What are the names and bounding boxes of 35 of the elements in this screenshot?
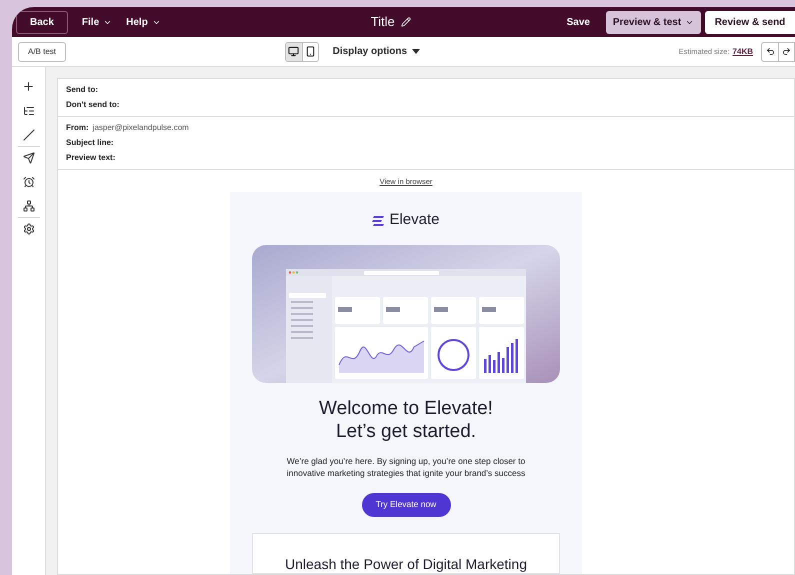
display-options-button[interactable]: Display options	[332, 44, 420, 59]
alarm-clock-icon[interactable]	[22, 176, 34, 188]
device-button[interactable]	[302, 42, 318, 60]
logo-text: Elevate	[389, 210, 440, 230]
preview-text-label[interactable]: Preview text:	[66, 152, 786, 164]
network-icon[interactable]	[22, 200, 34, 212]
from-value[interactable]: jasper@pixelandpulse.com	[92, 122, 189, 134]
review-send-button[interactable]: Review & send	[705, 10, 795, 34]
menu-button[interactable]: File	[82, 14, 112, 30]
logo-icon	[372, 216, 384, 226]
email-title: Title	[370, 13, 395, 32]
send-icon[interactable]	[22, 152, 34, 164]
dont-send-to-label[interactable]: Don't send to:	[66, 99, 786, 111]
monitor-icon	[288, 46, 300, 57]
tree-icon[interactable]	[22, 105, 34, 117]
phone-icon	[304, 46, 316, 57]
from-label: From:	[66, 122, 89, 134]
menu-button[interactable]: Help	[126, 14, 161, 30]
back-button[interactable]: Back	[16, 10, 68, 34]
send-to-label[interactable]: Send to:	[66, 84, 786, 96]
plus-icon[interactable]	[22, 80, 35, 93]
size-link[interactable]: 74KB	[732, 46, 753, 58]
welcome-text: We’re glad you’re here. By signing up, you’re one step closer to innovative marketing strategies that ignite your brand’s success	[286, 454, 526, 479]
cta-button[interactable]: Try Elevate now	[362, 492, 450, 517]
redo-icon	[782, 47, 791, 56]
undo-icon	[766, 47, 774, 56]
settings-icon[interactable]	[22, 223, 34, 235]
preview-test-button[interactable]: Preview & test	[606, 10, 701, 34]
section-heading: Unleash the Power of Digital Marketing	[284, 554, 527, 574]
device-button[interactable]	[286, 42, 302, 60]
subject-line-label[interactable]: Subject line:	[66, 137, 786, 149]
save-button[interactable]: Save	[560, 14, 596, 30]
welcome-heading: Welcome to Elevate! Let’s get started.	[319, 396, 493, 443]
ab-test-button[interactable]: A/B test	[18, 42, 66, 62]
caret-icon	[412, 49, 420, 54]
